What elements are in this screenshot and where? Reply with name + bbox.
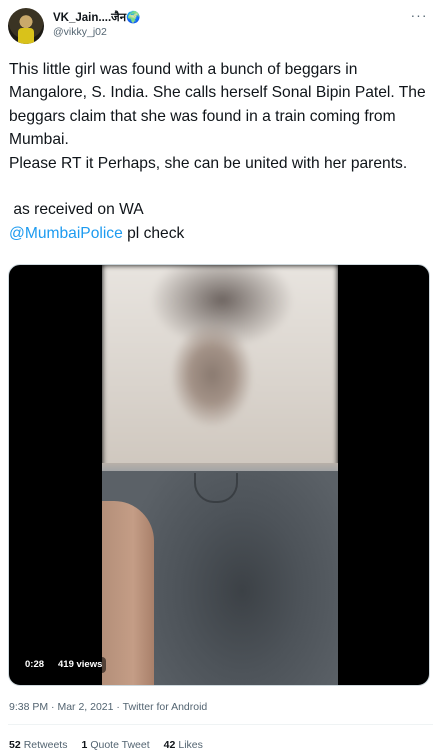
separator: · [113, 701, 123, 713]
video-meta: 0:28 419 views [21, 657, 107, 673]
likes-stat[interactable]: 42 Likes [164, 738, 203, 752]
arm [102, 501, 154, 685]
tweet-source[interactable]: Twitter for Android [123, 701, 208, 713]
engagement-stats: 52 Retweets 1 Quote Tweet 42 Likes [9, 738, 203, 752]
retweets-label: Retweets [23, 739, 68, 751]
quote-tweets-stat[interactable]: 1 Quote Tweet [81, 738, 149, 752]
video-player[interactable]: 0:28 419 views [8, 264, 430, 686]
quotes-label: Quote Tweet [90, 739, 150, 751]
user-handle[interactable]: @vikky_j02 [53, 25, 140, 39]
retweets-count: 52 [9, 739, 21, 751]
avatar[interactable] [8, 8, 44, 44]
tweet-date[interactable]: Mar 2, 2021 [57, 701, 113, 713]
author-info: VK_Jain....जैन🌍 @vikky_j02 [53, 11, 140, 39]
more-options-icon[interactable]: ··· [407, 8, 431, 28]
mention-link[interactable]: @MumbaiPolice [9, 225, 123, 242]
video-frame [102, 265, 338, 685]
tweet-body: This little girl was found with a bunch … [9, 61, 426, 219]
tweet-timestamp: 9:38 PM · Mar 2, 2021 · Twitter for Andr… [9, 700, 207, 714]
divider [8, 724, 433, 725]
tweet-text: This little girl was found with a bunch … [9, 58, 429, 245]
video-duration: 0:28 [21, 657, 49, 673]
blurred-face [102, 265, 338, 471]
tweet-body-suffix: pl check [122, 224, 185, 242]
likes-label: Likes [178, 739, 203, 751]
video-views: 419 views [54, 657, 107, 673]
likes-count: 42 [163, 739, 176, 751]
quotes-count: 1 [81, 739, 88, 751]
retweets-stat[interactable]: 52 Retweets [9, 738, 67, 752]
tweet-header: VK_Jain....जैन🌍 @vikky_j02 ··· [8, 8, 433, 46]
tweet-time[interactable]: 9:38 PM [9, 701, 48, 713]
display-name[interactable]: VK_Jain....जैन🌍 [53, 11, 140, 25]
